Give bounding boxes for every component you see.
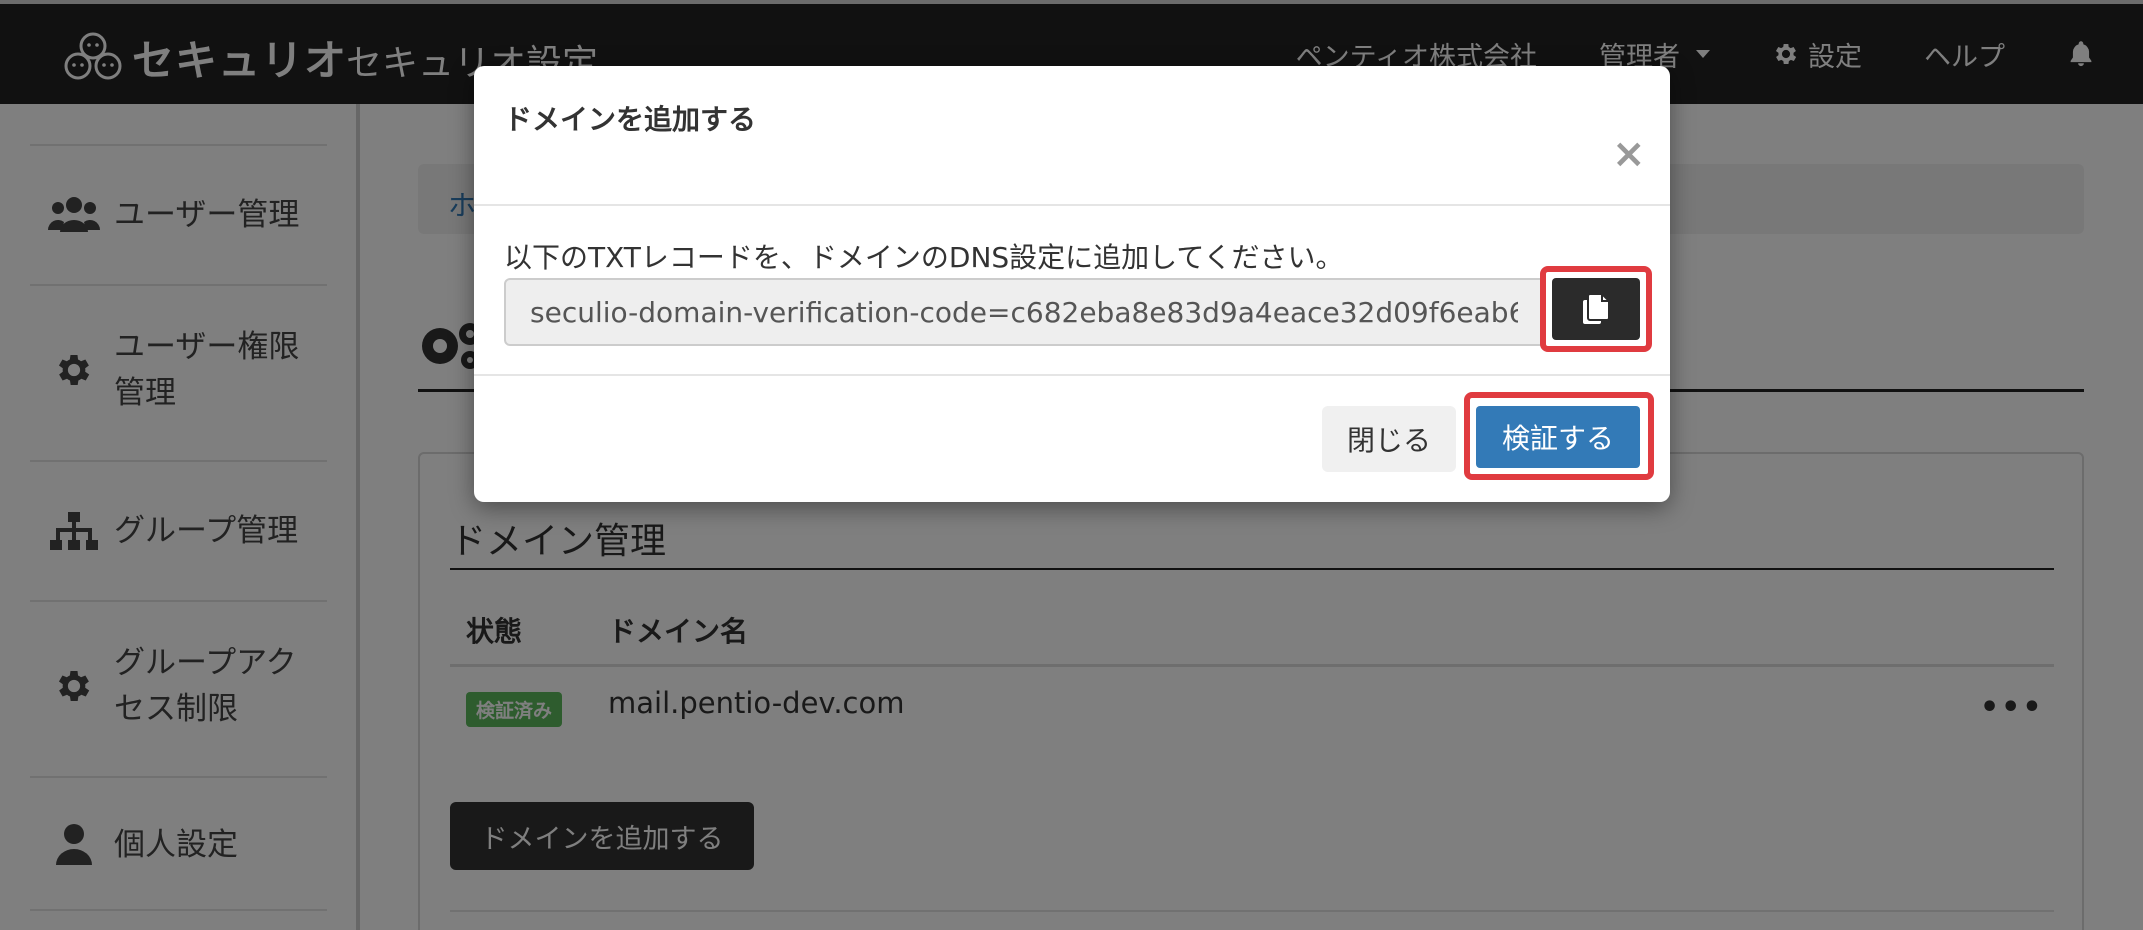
modal-footer-divider <box>474 374 1670 376</box>
modal-title: ドメインを追加する <box>504 103 757 136</box>
close-button[interactable]: 閉じる <box>1322 406 1456 472</box>
close-icon[interactable]: × <box>1612 134 1646 174</box>
verify-button[interactable]: 検証する <box>1476 406 1640 468</box>
copy-button[interactable] <box>1552 278 1640 340</box>
modal-instruction: 以下のTXTレコードを、ドメインのDNS設定に追加してください。 <box>504 241 1344 274</box>
verification-code-field[interactable] <box>504 278 1544 346</box>
add-domain-modal: ドメインを追加する × 以下のTXTレコードを、ドメインのDNS設定に追加してく… <box>474 66 1670 502</box>
modal-header-divider <box>474 204 1670 206</box>
copy-icon <box>1583 293 1610 324</box>
